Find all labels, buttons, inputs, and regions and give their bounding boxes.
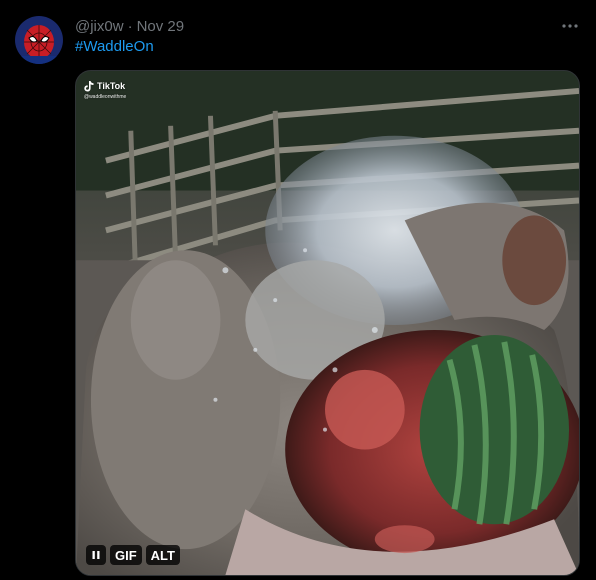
tiktok-handle: @waddleonwithme	[84, 94, 127, 100]
tiktok-watermark: TikTok @waddleonwithme	[84, 81, 126, 103]
hippo-photo	[76, 71, 579, 575]
tweet-header: @jix0w · Nov 29	[75, 16, 184, 36]
tweet: @jix0w · Nov 29 #WaddleOn TikTok @waddle…	[0, 0, 596, 580]
avatar[interactable]	[15, 16, 63, 64]
media-controls: GIF ALT	[86, 545, 180, 565]
user-handle[interactable]: @jix0w	[75, 18, 124, 35]
gif-media[interactable]: TikTok @waddleonwithme GIF ALT	[75, 70, 580, 576]
more-options-button[interactable]	[558, 14, 582, 38]
tiktok-brand-label: TikTok	[97, 81, 126, 91]
separator: ·	[127, 17, 133, 35]
hashtag-link[interactable]: #WaddleOn	[75, 38, 154, 55]
tiktok-logo-icon	[84, 81, 94, 92]
tweet-date[interactable]: Nov 29	[137, 18, 185, 35]
gif-badge: GIF	[110, 545, 142, 565]
spiderman-avatar-icon	[15, 16, 63, 64]
pause-icon	[92, 551, 100, 559]
more-horizontal-icon	[562, 24, 578, 28]
alt-text-button[interactable]: ALT	[145, 545, 180, 565]
pause-button[interactable]	[86, 545, 106, 565]
